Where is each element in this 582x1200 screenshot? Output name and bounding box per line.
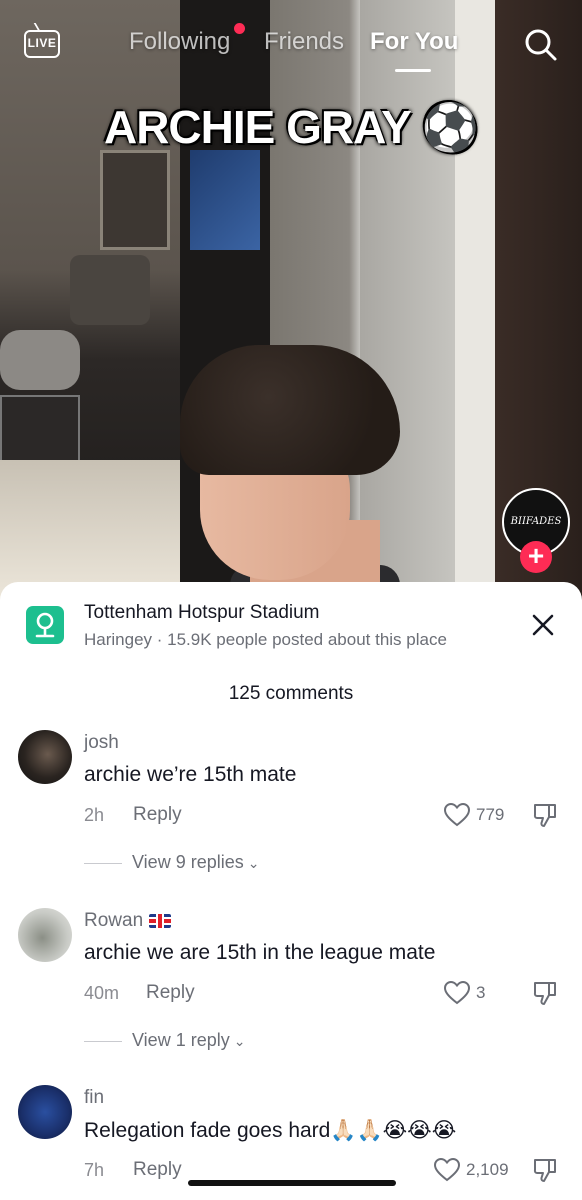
comment-item: josh archie we’re 15th mate 2h Reply 779… xyxy=(0,730,582,900)
top-navigation: LIVE Following Friends For You xyxy=(0,0,582,90)
comment-username[interactable]: fin xyxy=(84,1087,104,1109)
tab-following[interactable]: Following xyxy=(129,28,230,56)
video-person-hair xyxy=(180,345,400,475)
comments-sheet: Tottenham Hotspur Stadium Haringey · 15.… xyxy=(0,582,582,1200)
video-table xyxy=(0,395,80,465)
comment-time: 2h xyxy=(84,805,105,825)
video-wall-panel xyxy=(360,0,460,600)
video-floor xyxy=(0,460,200,600)
avatar[interactable] xyxy=(18,730,72,784)
dislike-icon[interactable] xyxy=(532,802,558,828)
view-replies-button[interactable]: View 9 replies ⌄ xyxy=(84,852,259,873)
comment-count: 125 comments xyxy=(228,683,354,704)
location-pin-icon xyxy=(26,606,64,644)
like-count: 2,109 xyxy=(466,1160,509,1179)
place-subtitle: Haringey · 15.9K people posted about thi… xyxy=(84,630,447,649)
view-replies-label: View 9 replies xyxy=(132,852,244,872)
replies-divider xyxy=(84,862,122,864)
comment-username-label: Rowan xyxy=(84,910,144,931)
dislike-icon[interactable] xyxy=(532,1157,558,1183)
tab-for-you[interactable]: For You xyxy=(370,28,458,56)
view-replies-label: View 1 reply xyxy=(132,1030,230,1050)
reply-button[interactable]: Reply xyxy=(146,982,195,1004)
video-shelf xyxy=(100,150,170,250)
reply-button[interactable]: Reply xyxy=(133,1159,182,1181)
view-replies-button[interactable]: View 1 reply ⌄ xyxy=(84,1030,245,1051)
place-name[interactable]: Tottenham Hotspur Stadium xyxy=(84,602,320,624)
avatar[interactable] xyxy=(18,1085,72,1139)
uk-flag-icon xyxy=(149,913,172,928)
video-sofa xyxy=(0,330,80,390)
live-icon[interactable]: LIVE xyxy=(24,30,60,58)
chevron-down-icon: ⌄ xyxy=(247,855,260,871)
video-door-frame xyxy=(455,0,495,600)
like-count: 779 xyxy=(476,805,505,824)
search-icon[interactable] xyxy=(524,28,558,62)
dislike-icon[interactable] xyxy=(532,980,558,1006)
notification-dot xyxy=(234,23,245,34)
avatar[interactable] xyxy=(18,908,72,962)
video-chair xyxy=(70,255,150,325)
home-indicator[interactable] xyxy=(188,1180,396,1186)
follow-button[interactable]: + xyxy=(520,541,552,573)
comment-time: 7h xyxy=(84,1160,105,1180)
place-banner[interactable]: Tottenham Hotspur Stadium Haringey · 15.… xyxy=(0,582,582,672)
close-icon[interactable] xyxy=(528,610,558,640)
video-caption-title: ARCHIE GRAY ⚽ xyxy=(103,101,479,153)
video-tv xyxy=(190,150,260,250)
comment-username[interactable]: Rowan xyxy=(84,910,172,932)
tab-friends[interactable]: Friends xyxy=(264,28,344,56)
comment-text: archie we are 15th in the league mate xyxy=(84,941,436,964)
video-player[interactable]: ARCHIE GRAY ⚽ xyxy=(0,0,582,600)
comment-username[interactable]: josh xyxy=(84,732,119,754)
heart-icon[interactable] xyxy=(444,803,470,827)
comment-time: 40m xyxy=(84,983,120,1003)
active-tab-indicator xyxy=(395,69,431,72)
chevron-down-icon: ⌄ xyxy=(233,1033,246,1049)
comment-text: Relegation fade goes hard🙏🏻🙏🏻😭😭😭 xyxy=(84,1119,457,1142)
heart-icon[interactable] xyxy=(434,1158,460,1182)
reply-button[interactable]: Reply xyxy=(133,804,182,826)
comment-item: Rowan archie we are 15th in the league m… xyxy=(0,908,582,1078)
like-count: 3 xyxy=(476,983,486,1002)
heart-icon[interactable] xyxy=(444,981,470,1005)
replies-divider xyxy=(84,1040,122,1042)
comment-text: archie we’re 15th mate xyxy=(84,763,297,786)
